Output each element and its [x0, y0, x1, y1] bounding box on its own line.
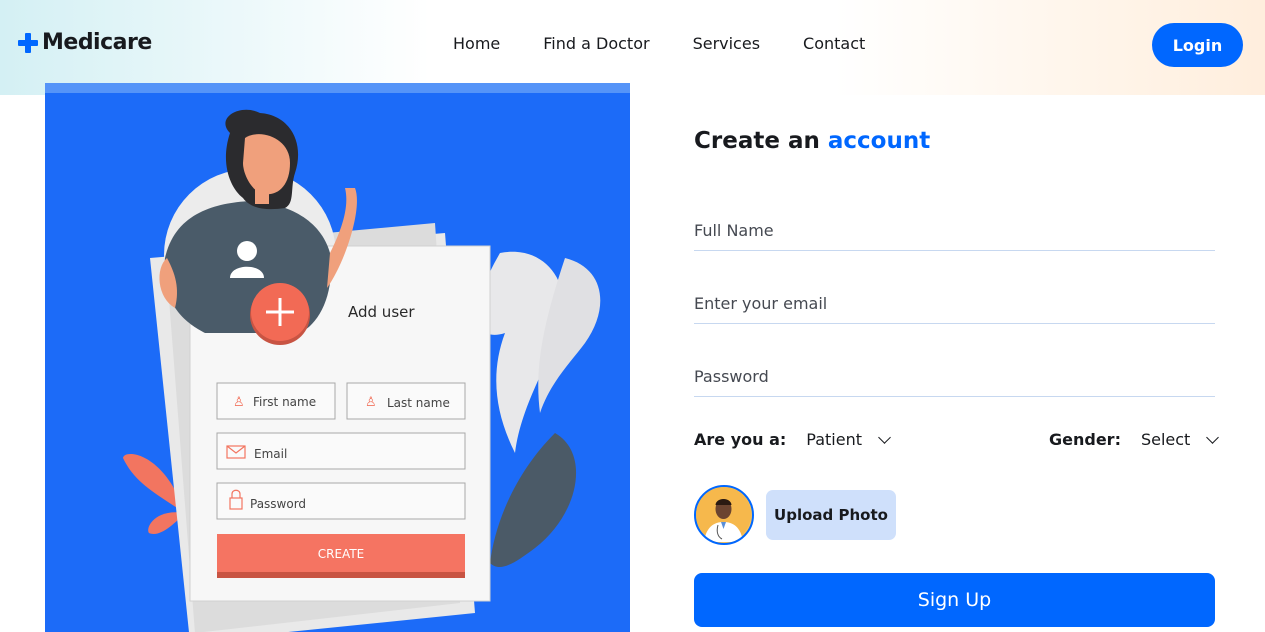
role-label: Are you a:	[694, 430, 787, 449]
add-user-illustration: Add user ♙ First name ♙ Last name Email …	[123, 109, 601, 632]
brand-logo[interactable]: Medicare	[16, 30, 152, 55]
user-outline-icon: ♙	[233, 395, 245, 410]
user-glyph-head	[237, 241, 257, 261]
avatar	[694, 485, 754, 545]
gender-label: Gender:	[1049, 430, 1121, 449]
full-name-input[interactable]	[694, 221, 1215, 240]
email-field	[694, 284, 1215, 324]
nav-link-home[interactable]: Home	[453, 34, 500, 53]
gender-select[interactable]: Select	[1140, 430, 1220, 449]
email-input[interactable]	[694, 294, 1215, 313]
form-title: Create an account	[694, 128, 930, 154]
full-name-field	[694, 211, 1215, 251]
top-header: Medicare Home Find a Doctor Services Con…	[0, 0, 1265, 95]
nav-link-services[interactable]: Services	[693, 34, 760, 53]
email-text: Email	[254, 447, 287, 461]
chevron-down-icon	[878, 430, 891, 444]
main-nav: Home Find a Doctor Services Contact	[453, 34, 865, 53]
upload-photo-button[interactable]: Upload Photo	[766, 490, 896, 540]
login-button[interactable]: Login	[1152, 23, 1243, 67]
form-title-prefix: Create an	[694, 128, 820, 154]
sign-up-button[interactable]: Sign Up	[694, 573, 1215, 627]
gender-row: Gender: Select	[1049, 430, 1220, 449]
role-select-value: Patient	[806, 430, 862, 449]
form-title-accent: account	[827, 128, 931, 154]
create-button-label: CREATE	[318, 547, 365, 561]
chevron-down-icon	[1206, 430, 1220, 444]
last-name-text: Last name	[387, 396, 450, 410]
person-neck	[255, 188, 269, 204]
brand-name: Medicare	[42, 30, 152, 55]
first-name-text: First name	[253, 395, 316, 409]
password-field	[694, 357, 1215, 397]
doctor-avatar-image	[696, 487, 751, 542]
nav-link-contact[interactable]: Contact	[803, 34, 865, 53]
password-text: Password	[250, 497, 306, 511]
plus-icon	[16, 31, 40, 55]
nav-link-find-a-doctor[interactable]: Find a Doctor	[543, 34, 649, 53]
card-title: Add user	[348, 303, 415, 321]
leaf-shape	[490, 433, 577, 568]
gender-select-value: Select	[1140, 430, 1191, 449]
role-select[interactable]: Patient	[806, 430, 891, 449]
signup-illustration: Add user ♙ First name ♙ Last name Email …	[45, 83, 630, 632]
password-input[interactable]	[694, 367, 1215, 386]
user-outline-icon: ♙	[365, 395, 377, 410]
role-row: Are you a: Patient	[694, 430, 891, 449]
